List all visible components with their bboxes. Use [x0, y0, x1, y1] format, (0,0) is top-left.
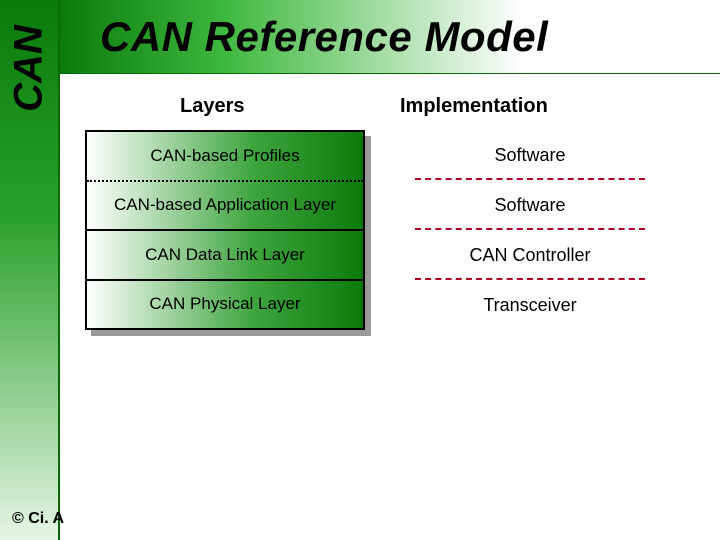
- sidebar: CAN: [0, 0, 60, 540]
- impl-row: Transceiver: [415, 280, 645, 330]
- column-header-layers: Layers: [180, 95, 245, 118]
- layer-row: CAN Data Link Layer: [87, 231, 363, 281]
- impl-label: CAN Controller: [469, 245, 590, 266]
- slide: CAN CAN Reference Model Layers Implement…: [0, 0, 720, 540]
- impl-label: Transceiver: [483, 295, 576, 316]
- impl-row: CAN Controller: [415, 230, 645, 280]
- layer-label: CAN Data Link Layer: [145, 245, 305, 265]
- column-header-implementation: Implementation: [400, 95, 548, 118]
- layer-label: CAN-based Application Layer: [114, 195, 336, 215]
- layer-label: CAN-based Profiles: [150, 146, 299, 166]
- impl-row: Software: [415, 130, 645, 180]
- impl-row: Software: [415, 180, 645, 230]
- copyright: © Ci. A: [12, 510, 64, 528]
- implementation-column: Software Software CAN Controller Transce…: [415, 130, 645, 330]
- brand-label: CAN: [7, 25, 52, 112]
- layer-stack: CAN-based Profiles CAN-based Application…: [85, 130, 365, 330]
- layer-row: CAN Physical Layer: [87, 281, 363, 329]
- page-title: CAN Reference Model: [100, 13, 548, 61]
- impl-label: Software: [494, 195, 565, 216]
- title-bar: CAN Reference Model: [60, 0, 720, 74]
- layer-row: CAN-based Application Layer: [87, 182, 363, 232]
- impl-label: Software: [494, 145, 565, 166]
- layer-row: CAN-based Profiles: [87, 132, 363, 182]
- layer-label: CAN Physical Layer: [149, 294, 300, 314]
